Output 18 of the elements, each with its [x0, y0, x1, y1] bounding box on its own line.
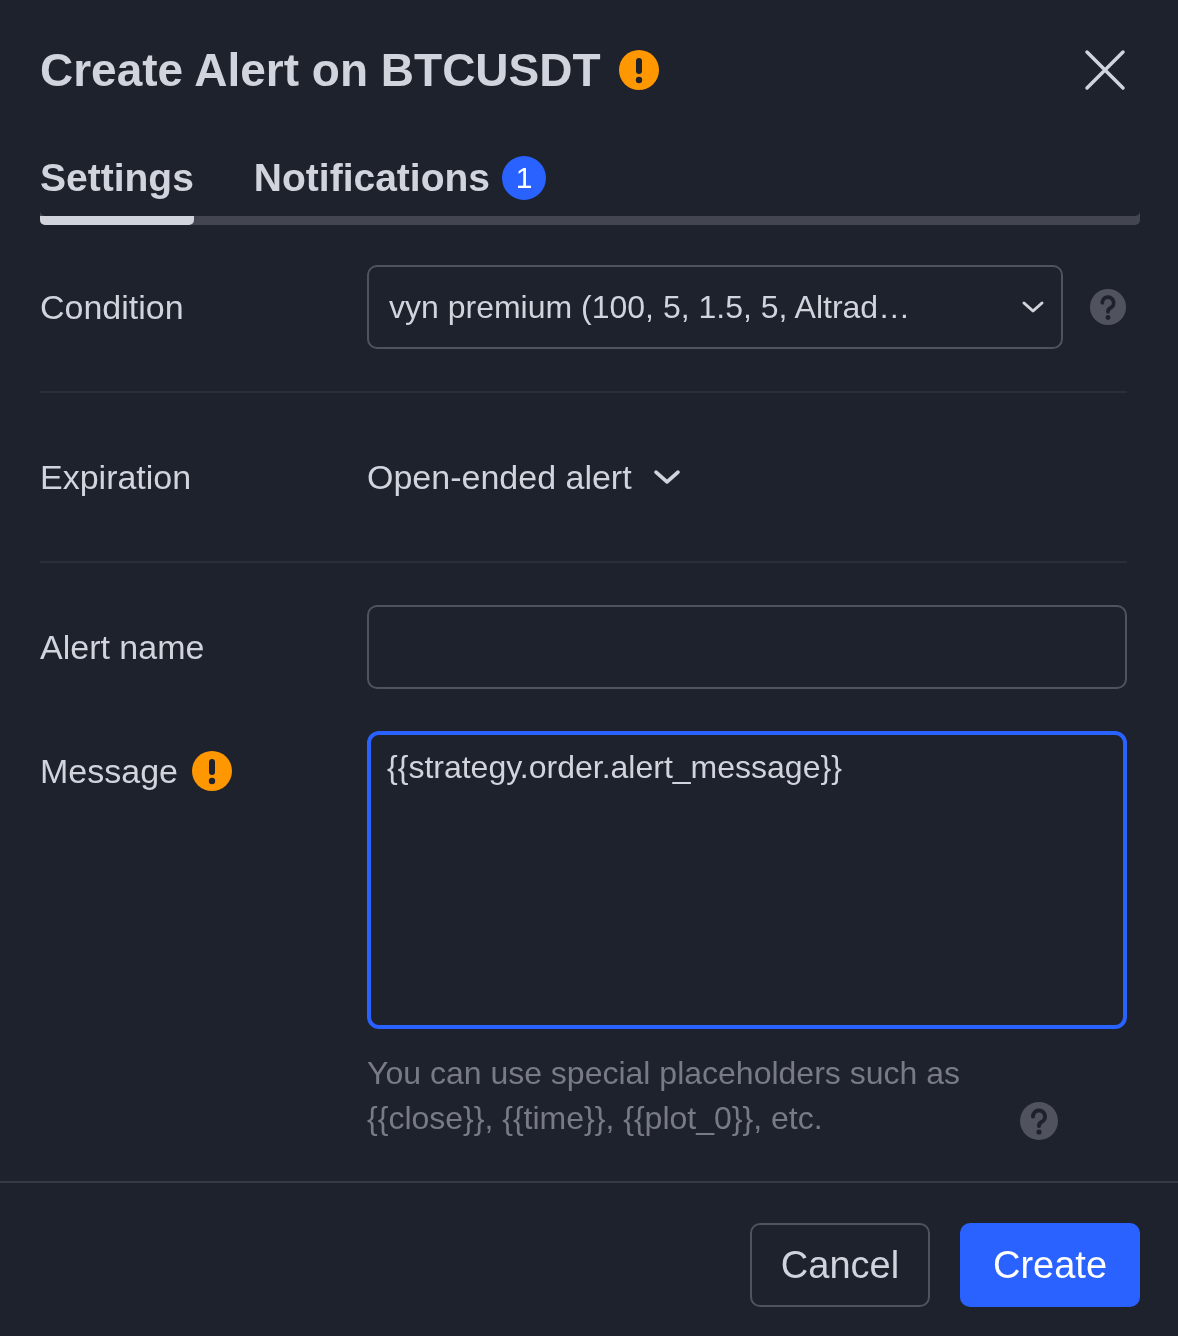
- tab[interactable]: Settings: [40, 156, 194, 225]
- message-field[interactable]: {{strategy.order.alert_message}}: [367, 731, 1127, 1029]
- field-label: Message: [40, 751, 178, 791]
- expiration-dropdown[interactable]: Open-ended alert: [367, 435, 682, 519]
- condition-select[interactable]: vyn premium (100, 5, 1.5, 5, Altrad…: [367, 265, 1063, 349]
- help-icon[interactable]: [1019, 1101, 1059, 1141]
- help-icon[interactable]: [1089, 288, 1127, 326]
- field-label: Alert name: [40, 627, 205, 667]
- cancel-button[interactable]: Cancel: [750, 1223, 930, 1307]
- input-field[interactable]: [367, 605, 1127, 689]
- field-label: Condition: [40, 287, 184, 327]
- close-icon[interactable]: [1084, 49, 1126, 91]
- count-badge: 1: [502, 156, 547, 200]
- create-button[interactable]: Create: [960, 1223, 1140, 1307]
- field-label: Expiration: [40, 457, 192, 497]
- dialog-title: Create Alert on BTCUSDT: [40, 43, 601, 97]
- hint-text: You can use special placeholders such as {{close}}, {{time}}, {{plot_0}}, etc.: [367, 1054, 961, 1138]
- tab[interactable]: Notifications 1: [253, 156, 547, 225]
